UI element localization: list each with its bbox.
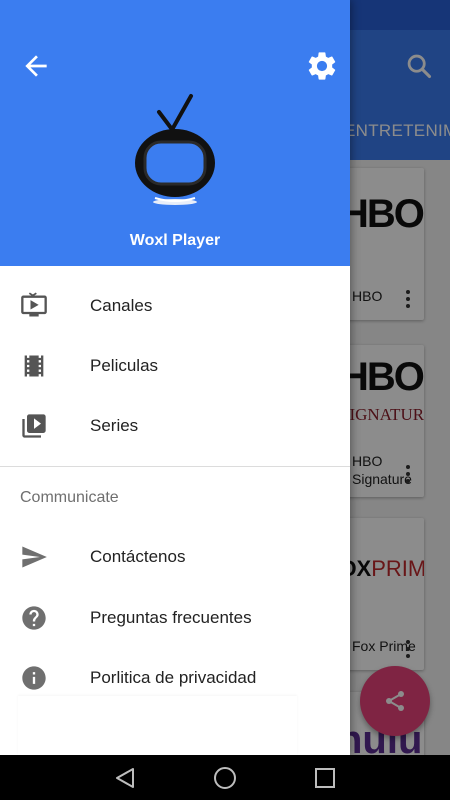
section-title: Communicate [20,489,119,506]
menu-item-peliculas[interactable]: Peliculas [0,336,350,396]
recents-square-icon [315,768,335,788]
back-triangle-icon [116,768,134,788]
info-icon [20,664,48,692]
menu-item-canales[interactable]: Canales [0,276,350,336]
menu-item-contactenos[interactable]: Contáctenos [0,527,350,587]
menu-label: Contáctenos [90,547,186,566]
menu-label: Porlitica de privacidad [90,668,257,687]
settings-button[interactable] [302,46,342,86]
send-icon [20,543,48,571]
film-icon [20,352,48,380]
menu-label: Series [90,416,139,435]
navigation-drawer: Woxl Player Canales Peliculas Series Com… [0,0,350,755]
arrow-back-icon [25,55,47,77]
menu-label: Peliculas [90,356,159,375]
tv-icon [20,292,48,320]
app-name: Woxl Player [129,232,221,249]
nav-back-button[interactable] [111,765,139,791]
tv-logo [127,92,223,210]
gear-icon [308,52,336,80]
nav-home-button[interactable] [211,765,239,791]
nav-recents-button[interactable] [311,765,339,791]
home-circle-icon [214,767,236,789]
drawer-header: Woxl Player [0,0,350,266]
video-library-icon [20,412,48,440]
system-nav-bar [0,755,450,800]
ad-banner [18,696,297,755]
divider [0,466,350,467]
help-icon [20,604,48,632]
menu-item-preguntas-frecuentes[interactable]: Preguntas frecuentes [0,588,350,648]
back-button[interactable] [16,46,56,86]
menu-label: Preguntas frecuentes [90,608,252,627]
menu-label: Canales [90,296,153,315]
menu-item-series[interactable]: Series [0,396,350,456]
